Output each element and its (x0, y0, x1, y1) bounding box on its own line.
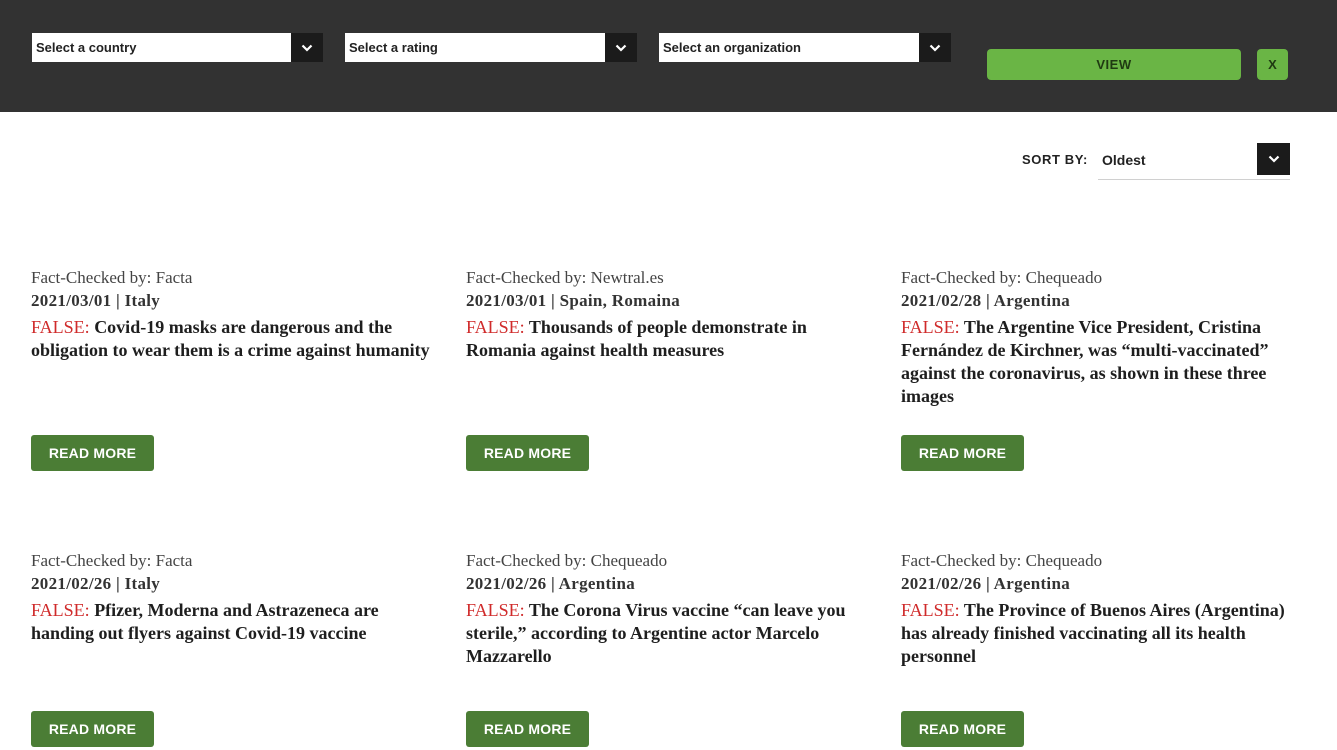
rating-select-label: Select a rating (349, 40, 438, 55)
rating-label: FALSE: (901, 317, 960, 337)
chevron-down-icon[interactable] (919, 33, 951, 62)
chevron-down-icon[interactable] (291, 33, 323, 62)
fact-check-card: Fact-Checked by: Chequeado 2021/02/26 | … (901, 550, 1301, 668)
sort-select-value: Oldest (1102, 152, 1146, 168)
fact-check-card: Fact-Checked by: Facta 2021/02/26 | Ital… (31, 550, 431, 645)
date-country: 2021/02/26 | Argentina (901, 574, 1071, 593)
fact-check-card: Fact-Checked by: Facta 2021/03/01 | Ital… (31, 267, 431, 362)
fact-check-card: Fact-Checked by: Chequeado 2021/02/26 | … (466, 550, 866, 668)
fact-checker-label: Fact-Checked by: Facta (31, 551, 193, 570)
rating-label: FALSE: (31, 600, 90, 620)
filter-bar: Select a country Select a rating Select … (0, 0, 1337, 112)
card-headline: FALSE: The Province of Buenos Aires (Arg… (901, 599, 1301, 668)
date-country: 2021/03/01 | Spain, Romaina (466, 291, 680, 310)
rating-label: FALSE: (31, 317, 90, 337)
chevron-down-icon[interactable] (1257, 143, 1290, 175)
card-headline: FALSE: The Corona Virus vaccine “can lea… (466, 599, 866, 668)
read-more-button[interactable]: READ MORE (31, 711, 154, 747)
fact-checker-label: Fact-Checked by: Chequeado (901, 551, 1103, 570)
read-more-button[interactable]: READ MORE (466, 711, 589, 747)
rating-select[interactable]: Select a rating (345, 33, 637, 62)
rating-label: FALSE: (466, 317, 525, 337)
fact-check-card: Fact-Checked by: Newtral.es 2021/03/01 |… (466, 267, 866, 362)
fact-checker-label: Fact-Checked by: Chequeado (466, 551, 668, 570)
fact-checker-label: Fact-Checked by: Chequeado (901, 268, 1103, 287)
card-headline: FALSE: Thousands of people demonstrate i… (466, 316, 866, 362)
clear-filters-button[interactable]: X (1257, 49, 1288, 80)
country-select[interactable]: Select a country (32, 33, 323, 62)
card-headline: FALSE: Covid-19 masks are dangerous and … (31, 316, 431, 362)
rating-label: FALSE: (901, 600, 960, 620)
chevron-down-icon[interactable] (605, 33, 637, 62)
card-headline: FALSE: Pfizer, Moderna and Astrazeneca a… (31, 599, 431, 645)
date-country: 2021/03/01 | Italy (31, 291, 161, 310)
country-select-label: Select a country (36, 40, 137, 55)
date-country: 2021/02/26 | Italy (31, 574, 161, 593)
read-more-button[interactable]: READ MORE (466, 435, 589, 471)
fact-check-card: Fact-Checked by: Chequeado 2021/02/28 | … (901, 267, 1301, 408)
view-button[interactable]: VIEW (987, 49, 1241, 80)
read-more-button[interactable]: READ MORE (901, 711, 1024, 747)
sort-label: SORT BY: (1022, 152, 1088, 167)
card-headline: FALSE: The Argentine Vice President, Cri… (901, 316, 1301, 408)
read-more-button[interactable]: READ MORE (31, 435, 154, 471)
headline-text: Covid-19 masks are dangerous and the obl… (31, 317, 430, 360)
organization-select[interactable]: Select an organization (659, 33, 951, 62)
read-more-button[interactable]: READ MORE (901, 435, 1024, 471)
fact-checker-label: Fact-Checked by: Newtral.es (466, 268, 664, 287)
fact-checker-label: Fact-Checked by: Facta (31, 268, 193, 287)
date-country: 2021/02/26 | Argentina (466, 574, 636, 593)
organization-select-label: Select an organization (663, 40, 801, 55)
date-country: 2021/02/28 | Argentina (901, 291, 1071, 310)
rating-label: FALSE: (466, 600, 525, 620)
sort-select[interactable]: Oldest (1098, 143, 1290, 180)
